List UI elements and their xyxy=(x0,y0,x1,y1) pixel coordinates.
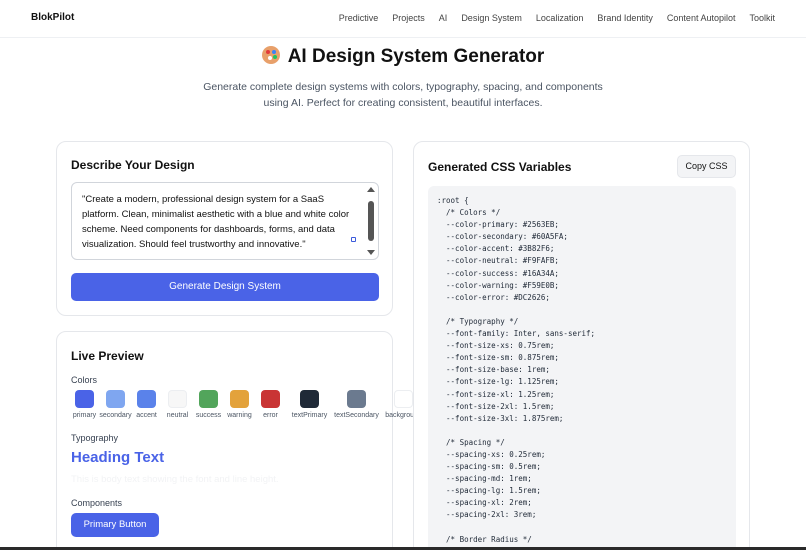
swatch-primary: primary xyxy=(71,390,98,419)
code-line: --spacing-lg: 1.5rem; xyxy=(437,486,541,496)
code-line: --font-size-2xl: 1.5rem; xyxy=(437,401,555,411)
generate-design-system-button[interactable]: Generate Design System xyxy=(71,273,379,301)
components-label: Components xyxy=(71,498,123,508)
swatch-neutral: neutral xyxy=(164,390,191,419)
swatch-success: success xyxy=(195,390,222,419)
swatch-secondary: secondary xyxy=(99,390,132,419)
nav-link-predictive[interactable]: Predictive xyxy=(339,13,379,23)
code-line: --spacing-2xl: 3rem; xyxy=(437,510,537,520)
swatch-warning: warning xyxy=(226,390,253,419)
swatch-label-secondary: secondary xyxy=(99,412,132,419)
swatch-label-accent: accent xyxy=(136,412,157,419)
code-line: --font-size-base: 1rem; xyxy=(437,365,550,375)
swatch-chip-primary xyxy=(75,390,94,408)
code-line: --font-size-xs: 0.75rem; xyxy=(437,341,555,351)
swatch-chip-secondary xyxy=(106,390,125,408)
design-prompt-textarea[interactable]: "Create a modern, professional design sy… xyxy=(71,182,379,260)
css-card-title: Generated CSS Variables xyxy=(428,160,572,174)
swatch-chip-textSecondary xyxy=(347,390,366,408)
brand-logo[interactable]: BlokPilot xyxy=(31,12,74,23)
typography-label: Typography xyxy=(71,433,119,443)
swatch-chip-success xyxy=(199,390,218,408)
swatch-label-error: error xyxy=(263,412,278,419)
nav-link-ai[interactable]: AI xyxy=(439,13,448,23)
nav-link-toolkit[interactable]: Toolkit xyxy=(749,13,775,23)
code-line: --color-warning: #F59E0B; xyxy=(437,280,559,290)
nav-link-projects[interactable]: Projects xyxy=(392,13,425,23)
colors-label: Colors xyxy=(71,375,98,385)
swatch-chip-background xyxy=(394,390,413,408)
swatch-textSecondary: textSecondary xyxy=(334,390,379,419)
swatch-label-warning: warning xyxy=(227,412,252,419)
live-preview-card: Live Preview Colors primary secondary acce… xyxy=(56,331,422,550)
palette-icon xyxy=(261,46,280,64)
page-title: AI Design System Generator xyxy=(0,46,806,68)
swatch-error: error xyxy=(257,390,284,419)
code-line: --font-size-lg: 1.125rem; xyxy=(437,377,559,387)
copy-css-button[interactable]: Copy CSS xyxy=(677,155,736,178)
generated-css-card: Generated CSS Variables Copy CSS :root {… xyxy=(413,141,750,550)
describe-design-card: Describe Your Design "Create a modern, p… xyxy=(56,141,393,316)
text-cursor-icon xyxy=(351,237,356,242)
swatch-label-primary: primary xyxy=(72,412,97,419)
code-line: --font-size-3xl: 1.875rem; xyxy=(437,413,564,423)
code-line: --spacing-sm: 0.5rem; xyxy=(437,462,541,472)
body-text-sample: This is body text showing the font and l… xyxy=(71,474,279,485)
describe-card-title: Describe Your Design xyxy=(71,158,195,172)
code-line: --spacing-md: 1rem; xyxy=(437,474,532,484)
code-line: --color-error: #DC2626; xyxy=(437,292,550,302)
swatch-textPrimary: textPrimary xyxy=(288,390,331,419)
swatch-label-neutral: neutral xyxy=(166,412,189,419)
code-line: --color-accent: #3B82F6; xyxy=(437,244,555,254)
code-line: --font-size-sm: 0.875rem; xyxy=(437,353,559,363)
code-line: --spacing-xs: 0.25rem; xyxy=(437,449,546,459)
code-line: --spacing-xl: 2rem; xyxy=(437,498,532,508)
nav-link-localization[interactable]: Localization xyxy=(536,13,584,23)
scroll-thumb[interactable] xyxy=(368,201,374,241)
swatch-accent: accent xyxy=(133,390,160,419)
swatch-chip-warning xyxy=(230,390,249,408)
swatch-chip-accent xyxy=(137,390,156,408)
swatch-chip-neutral xyxy=(168,390,187,408)
color-swatch-row: primary secondary accent neutral success warn… xyxy=(71,390,429,419)
css-code-block[interactable]: :root { /* Colors */ --color-primary: #2… xyxy=(428,186,736,550)
preview-card-title: Live Preview xyxy=(71,349,144,363)
page-subtitle: Generate complete design systems with co… xyxy=(203,81,603,109)
code-line: :root { xyxy=(437,196,469,205)
scroll-up-arrow-icon[interactable] xyxy=(367,187,375,192)
textarea-scrollbar[interactable] xyxy=(366,187,375,255)
code-line: --color-secondary: #60A5FA; xyxy=(437,232,568,242)
code-line: /* Colors */ xyxy=(437,208,501,218)
code-line: /* Typography */ xyxy=(437,316,519,326)
primary-button-sample[interactable]: Primary Button xyxy=(71,513,159,537)
swatch-chip-textPrimary xyxy=(300,390,319,408)
swatch-chip-error xyxy=(261,390,280,408)
nav-link-brand-identity[interactable]: Brand Identity xyxy=(597,13,653,23)
page-title-text: AI Design System Generator xyxy=(287,46,545,67)
prompt-text: "Create a modern, professional design sy… xyxy=(82,194,350,250)
heading-text-sample: Heading Text xyxy=(71,449,165,466)
code-line: /* Spacing */ xyxy=(437,437,505,447)
swatch-label-textPrimary: textPrimary xyxy=(291,412,328,419)
code-line: /* Border Radius */ xyxy=(437,534,532,544)
scroll-down-arrow-icon[interactable] xyxy=(367,250,375,255)
code-line: --font-family: Inter, sans-serif; xyxy=(437,329,596,339)
swatch-label-success: success xyxy=(195,412,222,419)
code-line: --color-neutral: #F9FAFB; xyxy=(437,256,559,266)
nav-link-content-autopilot[interactable]: Content Autopilot xyxy=(667,13,736,23)
swatch-label-textSecondary: textSecondary xyxy=(334,412,379,419)
nav-links: Predictive Projects AI Design System Loc… xyxy=(339,13,775,23)
nav-link-design-system[interactable]: Design System xyxy=(461,13,522,23)
code-line: --font-size-xl: 1.25rem; xyxy=(437,389,555,399)
top-navbar: BlokPilot Predictive Projects AI Design … xyxy=(0,0,806,38)
code-line: --color-primary: #2563EB; xyxy=(437,220,559,230)
code-line: --color-success: #16A34A; xyxy=(437,268,559,278)
